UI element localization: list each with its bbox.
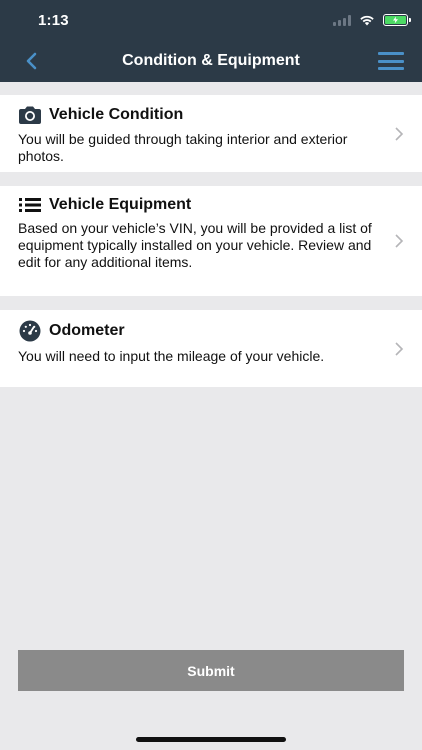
section-description: You will be guided through taking interi… — [18, 131, 348, 164]
status-icons — [333, 14, 411, 26]
header-bar: 1:13 Condition & Equipment — [0, 0, 422, 82]
page-title: Condition & Equipment — [122, 52, 300, 69]
home-indicator — [136, 737, 286, 742]
wifi-icon — [360, 15, 374, 26]
section-odometer[interactable]: Odometer You will need to input the mile… — [0, 310, 422, 387]
signal-icon — [333, 14, 351, 26]
chevron-right-icon — [395, 234, 404, 248]
section-description: Based on your vehicle’s VIN, you will be… — [18, 220, 372, 270]
section-vehicle-equipment[interactable]: Vehicle Equipment Based on your vehicle’… — [0, 186, 422, 296]
chevron-right-icon — [395, 341, 404, 356]
camera-icon — [19, 106, 41, 124]
section-title: Vehicle Condition — [49, 106, 184, 123]
menu-button[interactable] — [378, 52, 404, 70]
section-vehicle-condition[interactable]: Vehicle Condition You will be guided thr… — [0, 95, 422, 172]
section-description: You will need to input the mileage of yo… — [18, 348, 325, 364]
section-title: Vehicle Equipment — [49, 196, 192, 213]
hamburger-icon — [378, 52, 404, 55]
section-title: Odometer — [49, 322, 125, 339]
battery-icon — [383, 14, 411, 26]
status-time: 1:13 — [38, 12, 69, 29]
submit-button[interactable]: Submit — [18, 650, 404, 691]
list-icon — [19, 198, 41, 212]
speedometer-icon — [19, 320, 41, 342]
chevron-right-icon — [395, 126, 404, 141]
